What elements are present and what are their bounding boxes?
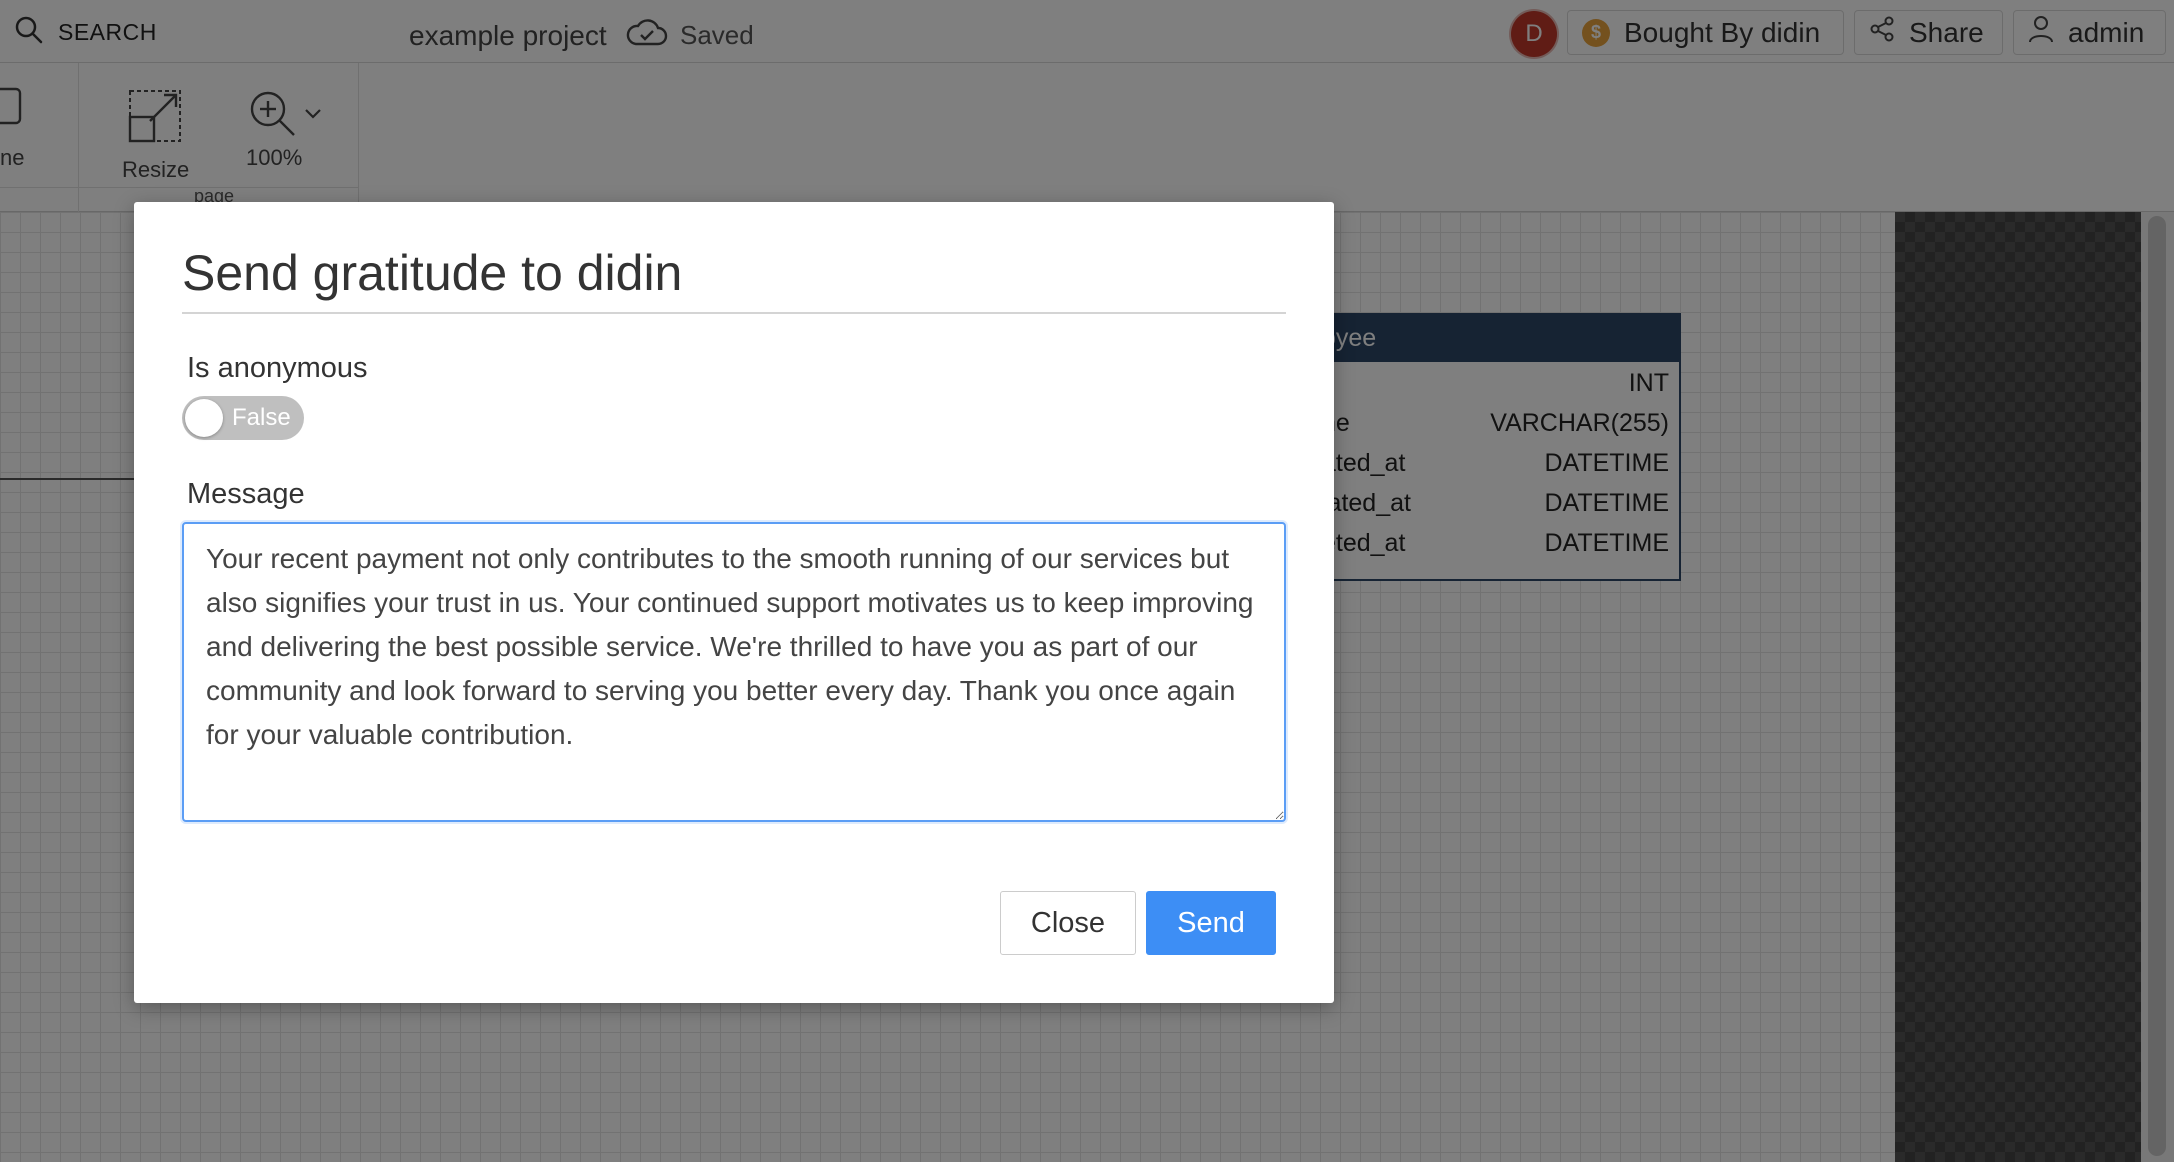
title-divider — [182, 312, 1286, 314]
toggle-state-text: False — [232, 404, 291, 431]
toggle-knob — [185, 399, 223, 437]
dialog-title: Send gratitude to didin — [182, 245, 683, 301]
anonymous-label: Is anonymous — [187, 352, 368, 384]
message-label: Message — [187, 478, 305, 510]
message-textarea[interactable]: Your recent payment not only contributes… — [182, 522, 1286, 822]
gratitude-dialog: Send gratitude to didin Is anonymous Fal… — [134, 202, 1334, 1003]
anonymous-toggle[interactable]: False — [182, 396, 304, 440]
send-button[interactable]: Send — [1146, 891, 1276, 955]
close-button[interactable]: Close — [1000, 891, 1136, 955]
